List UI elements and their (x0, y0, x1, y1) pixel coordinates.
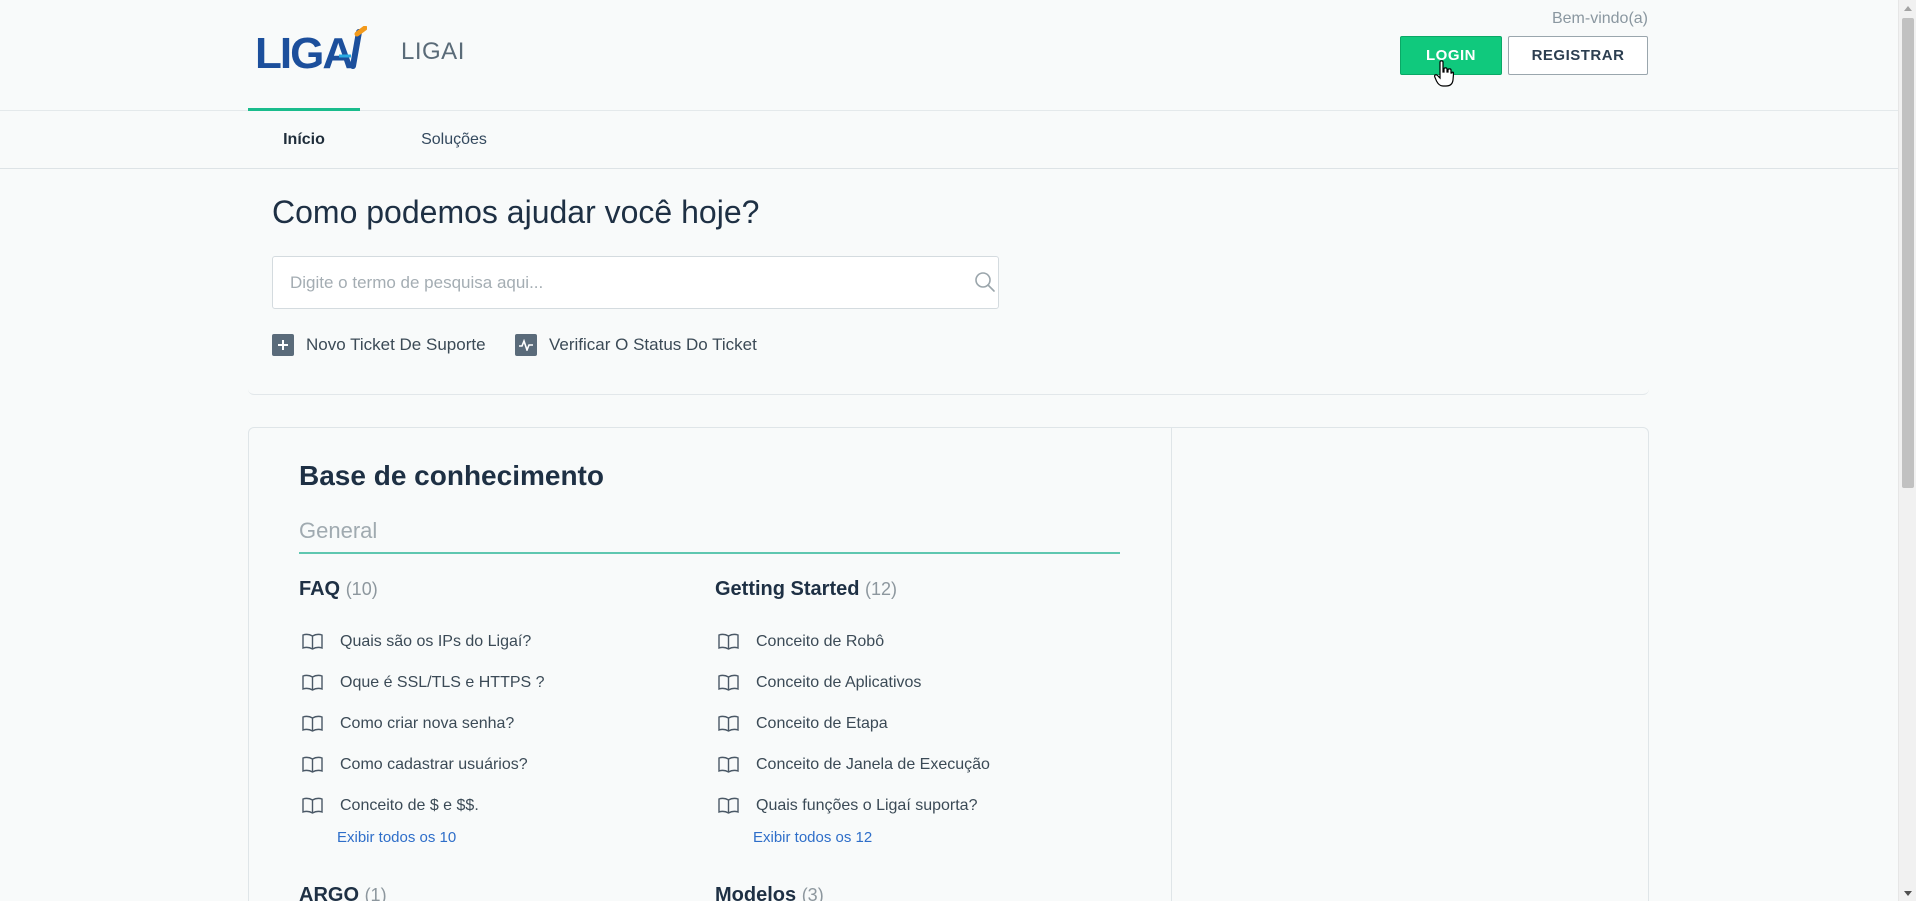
section-title-text: ARGO (299, 884, 359, 901)
hand-pointer-icon (1434, 60, 1454, 87)
section-faq: FAQ (10) Quais são os IPs do Ligaí? Oque… (299, 578, 699, 850)
check-ticket-status-link[interactable]: Verificar O Status Do Ticket (515, 334, 757, 356)
book-open-icon (718, 674, 739, 691)
article-item[interactable]: Conceito de Aplicativos (715, 662, 1115, 703)
article-list: Quais são os IPs do Ligaí? Oque é SSL/TL… (299, 621, 699, 826)
activity-square-icon (515, 334, 537, 356)
section-title[interactable]: FAQ (10) (299, 578, 699, 608)
article-title: Conceito de Aplicativos (756, 673, 922, 691)
brand-name: LIGAI (401, 38, 465, 65)
article-item[interactable]: Conceito de Robô (715, 621, 1115, 662)
scroll-down-arrow-icon[interactable] (1899, 885, 1916, 901)
book-open-icon (302, 797, 323, 814)
book-open-icon (302, 756, 323, 773)
book-open-icon (718, 797, 739, 814)
article-item[interactable]: Quais são os IPs do Ligaí? (299, 621, 699, 662)
plus-square-icon (272, 334, 294, 356)
article-item[interactable]: Como cadastrar usuários? (299, 744, 699, 785)
article-title: Como cadastrar usuários? (340, 755, 528, 773)
nav-tabs: Início Soluções (0, 108, 1898, 169)
article-title: Oque é SSL/TLS e HTTPS ? (340, 673, 545, 691)
section-title[interactable]: Getting Started (12) (715, 578, 1115, 608)
article-item[interactable]: Oque é SSL/TLS e HTTPS ? (299, 662, 699, 703)
article-title: Conceito de Janela de Execução (756, 755, 990, 773)
view-all-getting-started-link[interactable]: Exibir todos os 12 (753, 826, 1115, 850)
article-item[interactable]: Como criar nova senha? (299, 703, 699, 744)
search-box (272, 256, 999, 309)
book-open-icon (302, 715, 323, 732)
section-title[interactable]: ARGO (1) (299, 884, 699, 901)
help-hero: Como podemos ajudar você hoje? Novo Tick… (248, 170, 1649, 395)
article-item[interactable]: Conceito de $ e $$. (299, 785, 699, 826)
search-icon[interactable] (974, 271, 996, 293)
section-count: (10) (345, 579, 378, 599)
section-count: (12) (865, 579, 898, 599)
section-count: (3) (801, 885, 824, 901)
scroll-up-arrow-icon[interactable] (1899, 0, 1916, 16)
section-argo: ARGO (1) (299, 884, 699, 901)
article-item[interactable]: Conceito de Etapa (715, 703, 1115, 744)
article-title: Quais são os IPs do Ligaí? (340, 632, 532, 650)
ligai-logo[interactable]: LIGA (255, 26, 367, 78)
section-title-text: Modelos (715, 884, 797, 901)
book-open-icon (302, 633, 323, 650)
section-getting-started: Getting Started (12) Conceito de Robô Co… (715, 578, 1115, 850)
scrollbar-thumb[interactable] (1902, 18, 1914, 488)
panel-divider (1171, 428, 1172, 901)
welcome-text: Bem-vindo(a) (1551, 10, 1648, 27)
article-title: Quais funções o Ligaí suporta? (756, 796, 978, 814)
new-ticket-label: Novo Ticket De Suporte (306, 335, 486, 354)
tab-inicio[interactable]: Início (248, 108, 360, 169)
kb-title: Base de conhecimento (299, 460, 604, 491)
top-header: LIGA LIGAI Bem-vindo(a) LOGIN REGISTRAR (0, 0, 1898, 111)
article-title: Conceito de Robô (756, 632, 885, 650)
search-input[interactable] (290, 257, 930, 308)
section-modelos: Modelos (3) (715, 884, 1115, 901)
hero-title: Como podemos ajudar você hoje? (272, 194, 760, 230)
book-open-icon (302, 674, 323, 691)
article-item[interactable]: Conceito de Janela de Execução (715, 744, 1115, 785)
article-title: Como criar nova senha? (340, 714, 515, 732)
article-title: Conceito de $ e $$. (340, 796, 479, 814)
svg-text:LIGA: LIGA (255, 29, 353, 78)
article-item[interactable]: Quais funções o Ligaí suporta? (715, 785, 1115, 826)
book-open-icon (718, 715, 739, 732)
view-all-faq-link[interactable]: Exibir todos os 10 (337, 826, 699, 850)
book-open-icon (718, 756, 739, 773)
kb-category-general: General (299, 518, 1120, 554)
new-ticket-link[interactable]: Novo Ticket De Suporte (272, 334, 486, 356)
tab-solucoes[interactable]: Soluções (400, 111, 508, 169)
section-title-text: FAQ (299, 578, 341, 600)
section-title-text: Getting Started (715, 578, 860, 600)
article-title: Conceito de Etapa (756, 714, 888, 732)
section-count: (1) (364, 885, 387, 901)
section-title[interactable]: Modelos (3) (715, 884, 1115, 901)
knowledge-base-panel: Base de conhecimento General FAQ (10) Qu… (248, 427, 1649, 901)
book-open-icon (718, 633, 739, 650)
page: LIGA LIGAI Bem-vindo(a) LOGIN REGISTRAR … (0, 0, 1916, 901)
check-status-label: Verificar O Status Do Ticket (549, 335, 757, 354)
article-list: Conceito de Robô Conceito de Aplicativos… (715, 621, 1115, 826)
vertical-scrollbar[interactable] (1898, 0, 1916, 901)
register-button[interactable]: REGISTRAR (1508, 36, 1648, 75)
